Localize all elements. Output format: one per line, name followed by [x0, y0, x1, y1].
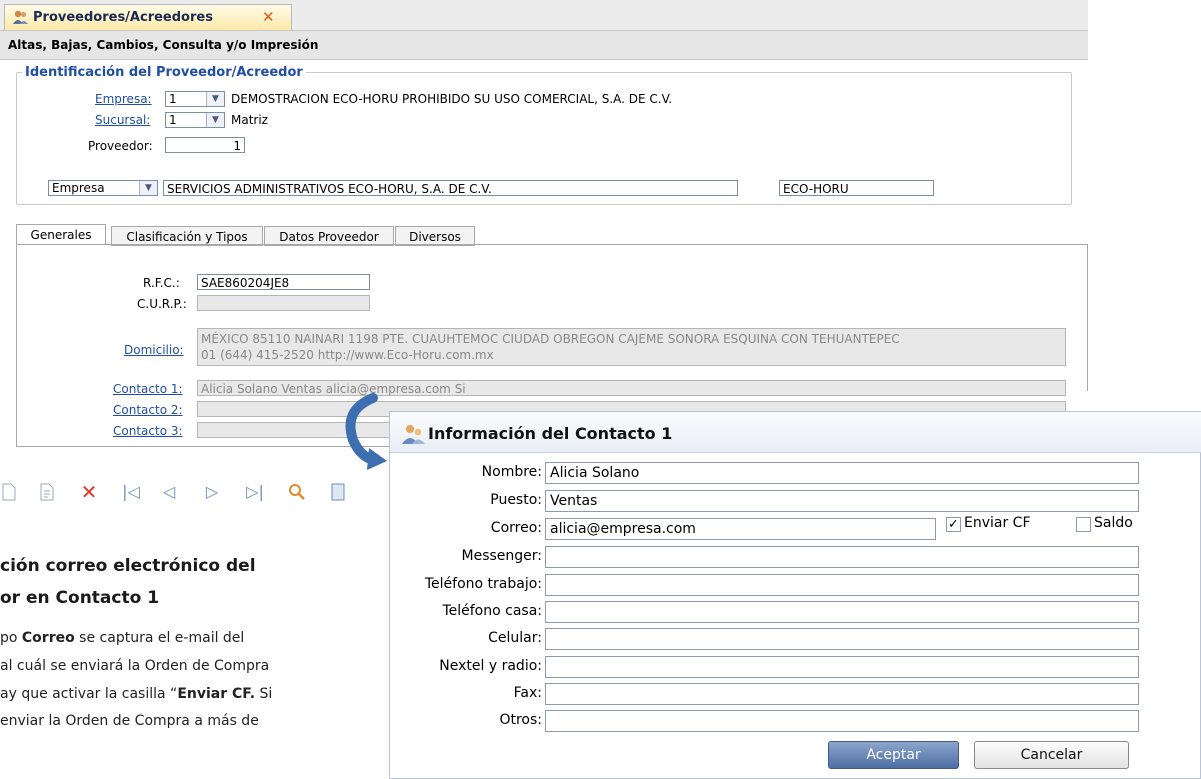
dialog-field-input[interactable] [545, 683, 1139, 705]
razon-social-input[interactable]: SERVICIOS ADMINISTRATIVOS ECO-HORU, S.A.… [163, 180, 738, 196]
sucursal-select-value: 1 [169, 113, 177, 127]
curp-input[interactable] [197, 295, 370, 311]
dialog-field-label: Otros: [499, 712, 542, 728]
edit-icon[interactable] [38, 483, 56, 501]
para-bold: Enviar CF. [177, 686, 256, 702]
chevron-down-icon[interactable]: ▼ [206, 113, 224, 127]
dialog-header: Información del Contacto 1 [390, 412, 1201, 453]
tipo-select-value: Empresa [52, 181, 105, 195]
tab-diversos[interactable]: Diversos [395, 226, 475, 246]
dialog-field-input[interactable]: Alicia Solano [545, 462, 1139, 484]
generales-panel [16, 244, 1088, 391]
proveedor-label: Proveedor: [88, 139, 153, 153]
close-icon[interactable]: ✕ [262, 8, 275, 26]
sucursal-name: Matriz [231, 113, 268, 127]
para-text: ay que activar la casilla “ [0, 686, 178, 702]
users-icon [12, 9, 29, 29]
dialog-field-label: Teléfono trabajo: [424, 576, 542, 592]
proveedor-input[interactable]: 1 [165, 137, 245, 153]
enviar-cf-label: Enviar CF [964, 515, 1031, 531]
first-icon[interactable]: |◁ [122, 483, 140, 501]
contacto2-label-link[interactable]: Contacto 2: [113, 403, 183, 417]
tab-generales[interactable]: Generales [16, 224, 106, 245]
domicilio-field[interactable]: MÉXICO 85110 NAINARI 1198 PTE. CUAUHTEMO… [197, 328, 1066, 366]
domicilio-line1: MÉXICO 85110 NAINARI 1198 PTE. CUAUHTEMO… [201, 332, 900, 346]
contacto3-label-link[interactable]: Contacto 3: [113, 424, 183, 438]
dialog-field-label: Teléfono casa: [442, 603, 542, 619]
tab-clasificacion[interactable]: Clasificación y Tipos [111, 226, 263, 246]
last-icon[interactable]: ▷| [246, 483, 264, 501]
dialog-field-input[interactable] [545, 656, 1139, 678]
subtitle-bar: Altas, Bajas, Cambios, Consulta y/o Impr… [0, 31, 1088, 60]
search-icon[interactable] [288, 483, 306, 501]
paragraph-line3: ay que activar la casilla “Enviar CF. Si [0, 686, 272, 702]
saldo-checkbox[interactable] [1076, 517, 1091, 532]
saldo-label: Saldo [1094, 515, 1133, 531]
record-toolbar: ✕ |◁ ◁ ▷ ▷| [0, 478, 392, 506]
dialog-field-label: Celular: [488, 630, 542, 646]
dialog-field-label: Nextel y radio: [439, 658, 542, 674]
paragraph-line4: enviar la Orden de Compra a más de [0, 713, 259, 729]
dialog-field-input[interactable]: alicia@empresa.com [545, 518, 936, 540]
paragraph-line2: al cuál se enviará la Orden de Compra [0, 658, 270, 674]
empresa-label-link[interactable]: Empresa: [95, 92, 152, 106]
dialog-field-label: Nombre: [481, 464, 542, 480]
enviar-cf-checkbox[interactable]: ✓ [946, 517, 961, 532]
empresa-select-value: 1 [169, 92, 177, 106]
dialog-field-input[interactable] [545, 601, 1139, 623]
chevron-down-icon[interactable]: ▼ [139, 181, 157, 195]
dialog-field-input[interactable] [545, 574, 1139, 596]
sucursal-select[interactable]: 1 ▼ [165, 112, 225, 128]
tab-datos-proveedor[interactable]: Datos Proveedor [264, 226, 394, 246]
next-icon[interactable]: ▷ [203, 483, 221, 501]
subtitle-text: Altas, Bajas, Cambios, Consulta y/o Impr… [8, 38, 319, 52]
para-bold: Correo [21, 630, 75, 646]
empresa-name: DEMOSTRACION ECO-HORU PROHIBIDO SU USO C… [231, 92, 673, 106]
tab-proveedores[interactable]: Proveedores/Acreedores ✕ [4, 4, 292, 30]
dialog-field-label: Fax: [513, 685, 542, 701]
tab-title: Proveedores/Acreedores [33, 10, 213, 25]
dialog-field-input[interactable]: Ventas [545, 490, 1139, 512]
para-text: Si [255, 686, 273, 702]
cancel-button[interactable]: Cancelar [974, 741, 1129, 769]
contacto1-field[interactable]: Alicia Solano Ventas alicia@empresa.com … [197, 380, 1066, 396]
curp-label: C.U.R.P.: [137, 297, 187, 311]
contact-person-icon [400, 423, 426, 448]
contacto1-label-link[interactable]: Contacto 1: [113, 382, 183, 396]
accept-button[interactable]: Aceptar [828, 741, 959, 769]
dialog-field-input[interactable] [545, 546, 1139, 568]
dialog-title: Información del Contacto 1 [428, 424, 673, 443]
dialog-field-label: Correo: [490, 520, 542, 536]
prev-icon[interactable]: ◁ [160, 483, 178, 501]
para-text: po [0, 630, 22, 646]
domicilio-line2: 01 (644) 415-2520 http://www.Eco-Horu.co… [201, 348, 494, 362]
dialog-field-input[interactable] [545, 628, 1139, 650]
contact-info-dialog: Información del Contacto 1 Nombre: Alicia… [389, 411, 1201, 779]
identification-legend: Identificación del Proveedor/Acreedor [22, 65, 306, 80]
paragraph-line1: po Correo se captura el e-mail del [0, 630, 244, 646]
section-heading-line1: ción correo electrónico del [0, 556, 256, 576]
empresa-select[interactable]: 1 ▼ [165, 91, 225, 107]
para-text: se captura el e-mail del [74, 630, 245, 646]
save-icon[interactable] [329, 483, 347, 501]
rfc-input[interactable]: SAE860204JE8 [197, 274, 370, 290]
panel-left-border [16, 390, 17, 446]
rfc-label: R.F.C.: [143, 276, 180, 290]
new-icon[interactable] [0, 483, 18, 501]
chevron-down-icon[interactable]: ▼ [206, 92, 224, 106]
dialog-field-input[interactable] [545, 710, 1139, 732]
tab-bar: Proveedores/Acreedores ✕ [0, 0, 1088, 31]
section-heading-line2: or en Contacto 1 [0, 588, 160, 608]
dialog-field-label: Messenger: [461, 548, 543, 564]
panel-bottom-border [16, 446, 390, 447]
nombre-corto-input[interactable]: ECO-HORU [779, 180, 934, 196]
tipo-proveedor-select[interactable]: Empresa ▼ [48, 180, 158, 196]
sucursal-label-link[interactable]: Sucursal: [95, 113, 150, 127]
dialog-field-label: Puesto: [490, 492, 542, 508]
domicilio-label-link[interactable]: Domicilio: [124, 343, 184, 357]
delete-icon[interactable]: ✕ [80, 482, 98, 502]
